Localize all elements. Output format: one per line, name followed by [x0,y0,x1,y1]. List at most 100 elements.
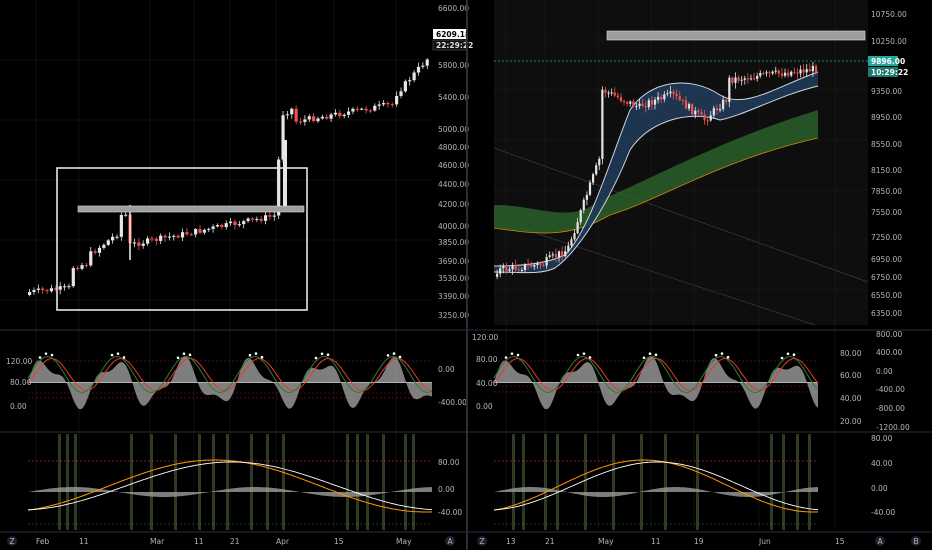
candle-body [325,116,329,119]
right-time-axis[interactable]: 13 21 May 11 19 Jun 15 [506,537,845,546]
candle-body [207,228,211,230]
right-y-tick: 7850.00 [871,187,902,196]
right-osc1-right-label: -400.00 [876,385,905,394]
overbought-dot [720,352,724,355]
candle-body [762,72,765,74]
candle-body [377,104,381,106]
candle-body [610,92,613,94]
right-y-tick: 10250.00 [871,37,907,46]
candle-body [342,114,346,117]
signal-bar [556,434,559,530]
candle-body [298,121,303,123]
candle-body [45,290,49,292]
overbought-dot [44,352,48,355]
candle-body [425,59,429,66]
candle-body [36,288,40,291]
candle-body [672,91,675,94]
candle-body [41,288,45,291]
candle-body [774,70,777,72]
candle-body [777,70,780,74]
left-x-tick: Feb [36,537,50,546]
overbought-dot [780,356,784,360]
right-stoch-rsi-pane [493,352,819,410]
candle-body [32,290,36,292]
candle-body [381,103,386,105]
left-x-tick: Mar [150,537,165,546]
signal-bar [266,434,269,530]
candle-body [84,265,89,267]
candle-body [749,78,753,80]
candle-body [582,199,585,211]
candle-body [145,238,150,244]
candle-body [312,116,316,122]
candle-body [740,79,743,81]
momentum-signal-line [493,461,819,511]
candle-body [678,96,681,100]
candle-body [250,218,255,220]
candle-body [591,174,595,183]
candle-body [598,158,601,166]
candle-body [329,114,333,119]
left-osc2-label: 80.00 [438,458,460,467]
candle-body [796,72,799,74]
left-x-tick: 11 [79,537,89,546]
candle-body [557,251,561,258]
candle-body [687,104,691,109]
left-osc1-label: 80.00 [10,378,32,387]
candle-body [246,218,250,222]
candle-body [97,247,102,253]
left-y-tick: 5800.00 [438,61,469,70]
right-y-tick: 7550.00 [871,208,902,217]
candle-body [215,225,220,227]
candle-body [619,97,623,101]
candle-body [294,108,298,122]
candle-body [718,109,722,111]
candle-body [517,269,520,271]
signal-bar [366,434,369,530]
candle-body [355,108,359,110]
right-y-tick: 8950.00 [871,113,902,122]
candle-body [811,65,815,72]
candle-body [303,119,307,123]
signal-bar [66,434,69,530]
right-resistance-zone [606,30,866,41]
right-chart-panel[interactable]: 10750.00 10250.00 9350.00 8950.00 8550.0… [468,0,932,546]
left-y-tick: 3850.00 [438,238,469,247]
candle-body [601,89,604,159]
right-y-tick: 7250.00 [871,233,902,242]
signal-bar [282,434,285,530]
candle-body [644,105,647,108]
candle-body [62,286,67,288]
signal-bar [150,434,153,530]
right-osc1-right-label: -800.00 [876,404,905,413]
candle-body [731,77,734,83]
candle-body [607,92,610,94]
right-y-tick: 6750.00 [871,273,902,282]
candle-body [787,72,790,76]
candle-body [338,112,342,117]
left-x-tick: 21 [230,537,240,546]
candle-body [150,238,154,240]
right-price-tag-text: 9896.00 [871,57,905,66]
candle-body [573,233,576,240]
right-osc1-right-label: 0.00 [876,367,893,376]
right-osc2-label: 40.00 [871,459,893,468]
right-auto-scale-icon-label: A [878,537,884,546]
candle-body [641,103,644,106]
candle-body [712,108,715,116]
signal-bar [382,434,385,530]
overbought-dot [176,356,180,360]
candle-body [604,89,607,93]
candle-body [198,229,202,233]
momentum-line [493,459,819,513]
candle-body [691,104,694,115]
candle-body [588,182,592,195]
right-osc1-mid-label: 40.00 [840,394,862,403]
candle-body [675,93,678,97]
left-chart-panel[interactable]: 6600.00 5800.00 5400.00 5000.00 4800.00 … [0,0,473,550]
candle-body [499,268,502,274]
candle-body [768,72,771,74]
candle-body [416,66,421,73]
candle-body [802,69,805,73]
candle-body [511,265,514,270]
